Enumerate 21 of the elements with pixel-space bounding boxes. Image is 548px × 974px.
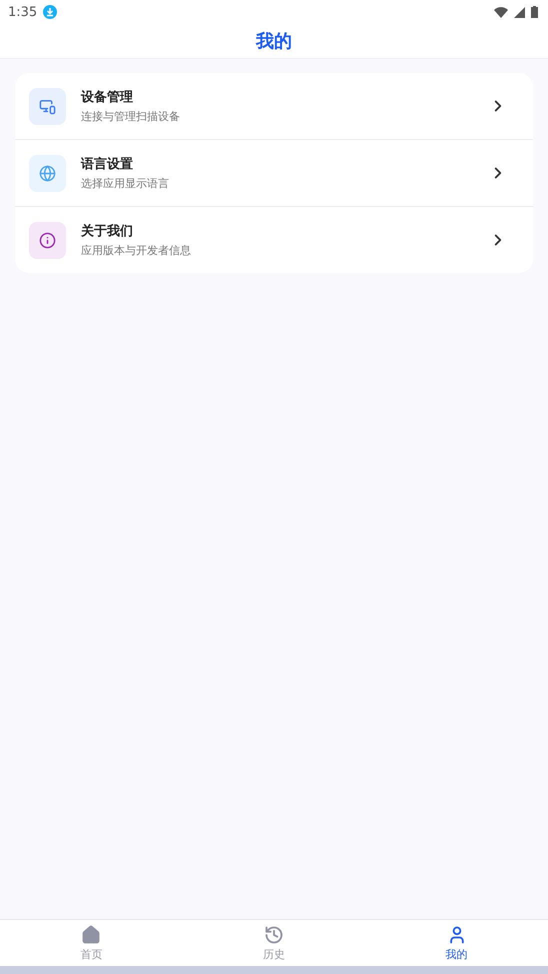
info-icon xyxy=(29,222,66,258)
download-icon xyxy=(43,5,58,19)
menu-subtitle: 连接与管理扫描设备 xyxy=(81,109,181,124)
menu-subtitle: 选择应用显示语言 xyxy=(81,176,170,191)
status-time: 1:35 xyxy=(8,4,38,20)
menu-item[interactable]: 设备管理 连接与管理扫描设备 xyxy=(15,73,533,139)
menu-item[interactable]: 关于我们 应用版本与开发者信息 xyxy=(15,206,533,273)
menu-title: 语言设置 xyxy=(81,156,134,173)
devices-icon xyxy=(29,88,66,124)
signal-icon xyxy=(514,6,525,18)
globe-icon xyxy=(29,154,66,192)
history-icon xyxy=(264,924,284,944)
menu-item[interactable]: 语言设置 选择应用显示语言 xyxy=(15,139,533,206)
battery-icon xyxy=(531,6,538,18)
nav-tab[interactable]: 我的 xyxy=(365,920,548,966)
wifi-icon xyxy=(494,6,508,18)
page-title: 我的 xyxy=(256,30,292,53)
menu-title: 关于我们 xyxy=(81,222,134,240)
home-icon xyxy=(81,924,102,944)
menu-subtitle: 应用版本与开发者信息 xyxy=(81,243,192,258)
menu-title: 设备管理 xyxy=(81,89,134,106)
